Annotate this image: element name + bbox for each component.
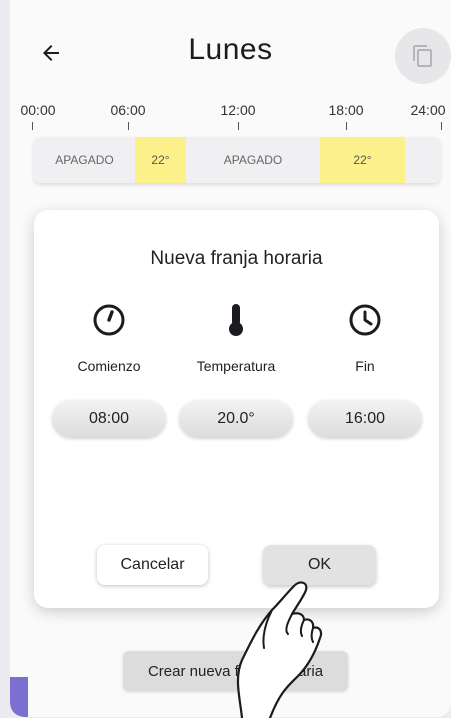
end-column: Fin 16:00 xyxy=(300,302,430,438)
tick-mark xyxy=(441,122,442,130)
schedule-segment-on[interactable]: 22° xyxy=(320,137,405,183)
schedule-segment-off[interactable]: APAGADO xyxy=(186,137,320,183)
copy-icon xyxy=(413,45,432,67)
tick-mark xyxy=(32,122,33,130)
schedule-segment-on[interactable]: 22° xyxy=(135,137,186,183)
schedule-bar: APAGADO 22° APAGADO 22° xyxy=(34,137,440,183)
schedule-segment-off[interactable]: APAGADO xyxy=(34,137,135,183)
schedule-segment-off[interactable] xyxy=(405,137,440,183)
tick-label: 12:00 xyxy=(220,102,256,118)
new-slot-dialog: Nueva franja horaria Comienzo 08:00 Temp… xyxy=(34,210,439,608)
copy-button[interactable] xyxy=(395,28,451,84)
page-title: Lunes xyxy=(188,33,273,66)
tick-mark xyxy=(346,122,347,130)
end-label: Fin xyxy=(355,358,375,374)
ok-button[interactable]: OK xyxy=(263,545,376,585)
start-label: Comienzo xyxy=(77,358,141,374)
cancel-button[interactable]: Cancelar xyxy=(97,545,208,585)
tick-mark xyxy=(238,122,239,130)
clock-icon xyxy=(349,304,381,336)
dialog-title: Nueva franja horaria xyxy=(150,248,323,269)
tick-mark xyxy=(128,122,129,130)
end-time-button[interactable]: 16:00 xyxy=(308,400,422,438)
start-time-button[interactable]: 08:00 xyxy=(52,400,166,438)
timer-icon xyxy=(93,304,125,336)
create-slot-button[interactable]: Crear nueva franja horaria xyxy=(123,651,348,691)
accent-corner xyxy=(10,677,28,717)
tick-label: 06:00 xyxy=(110,102,146,118)
app-screen: Lunes 00:00 06:00 12:00 18:00 24:00 APAG… xyxy=(10,0,451,717)
timeline-ticks: 00:00 06:00 12:00 18:00 24:00 xyxy=(20,102,446,132)
tick-label: 18:00 xyxy=(328,102,364,118)
tick-label: 00:00 xyxy=(20,102,56,118)
tick-label: 24:00 xyxy=(410,102,446,118)
temperature-label: Temperatura xyxy=(196,358,276,374)
app-header: Lunes xyxy=(10,0,451,100)
start-column: Comienzo 08:00 xyxy=(44,302,174,438)
temperature-column: Temperatura 20.0° xyxy=(171,302,301,438)
thermometer-icon xyxy=(229,304,243,336)
temperature-button[interactable]: 20.0° xyxy=(179,400,293,438)
